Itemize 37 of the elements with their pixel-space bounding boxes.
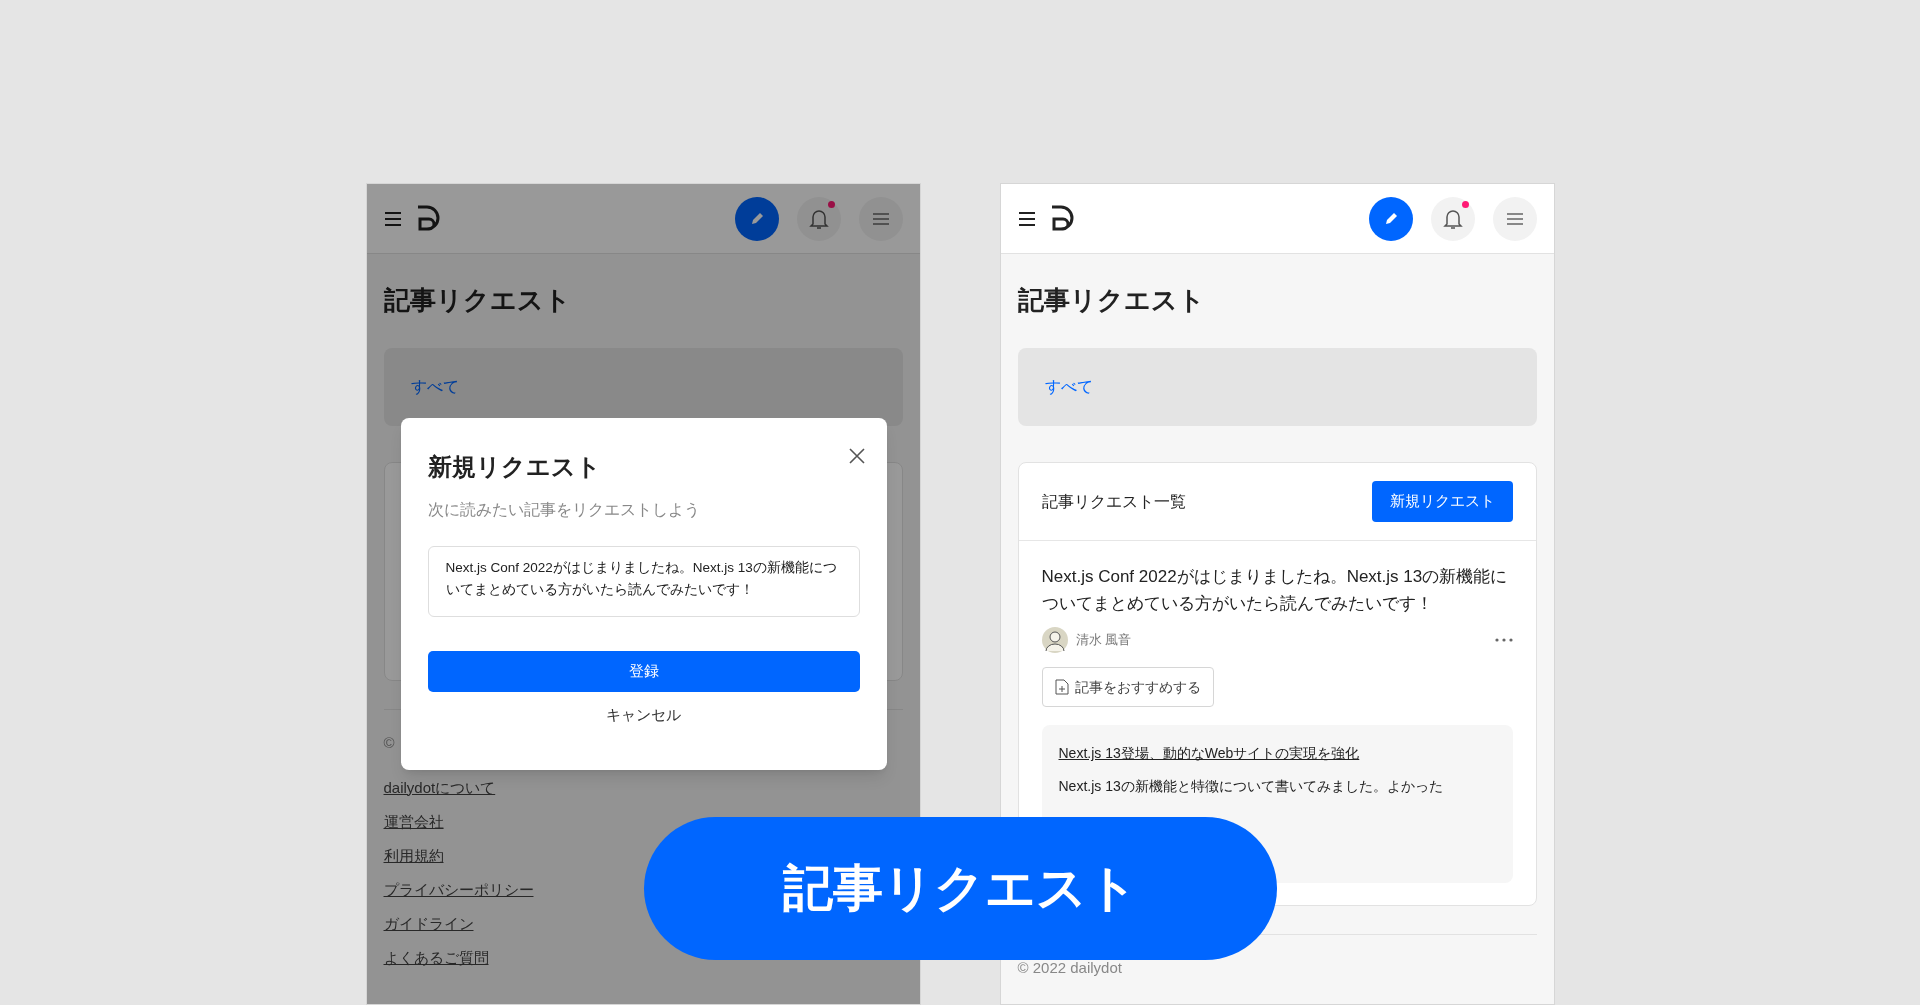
copyright-text: © 2022 dailydot bbox=[1017, 958, 1123, 978]
request-input[interactable]: Next.js Conf 2022がはじまりましたね。Next.js 13の新機能についてまとめている方がいたら読んでみたいです！ bbox=[427, 546, 860, 617]
request-text: Next.js Conf 2022がはじまりましたね。Next.js 13の新機能についてまとめている方がいたら読んでみたいです！ bbox=[1041, 566, 1509, 615]
filter-tab[interactable]: すべて bbox=[410, 375, 459, 399]
menu-icon[interactable] bbox=[383, 211, 402, 226]
title-banner: 記事リクエスト bbox=[644, 817, 1277, 960]
page-title: 記事リクエスト bbox=[383, 284, 572, 317]
filter-tab[interactable]: すべて bbox=[1044, 375, 1093, 399]
dialog-subtitle: 次に読みたい記事をリクエストしよう bbox=[427, 500, 701, 520]
logo-icon[interactable] bbox=[1049, 204, 1076, 233]
recommend-button[interactable]: 記事をおすすめする bbox=[1041, 667, 1214, 707]
card-title: 記事リクエスト一覧 bbox=[1041, 491, 1186, 512]
submit-button[interactable]: 登録 bbox=[427, 651, 860, 692]
footer-link[interactable]: 運営会社 bbox=[383, 810, 444, 832]
menu-icon bbox=[872, 212, 889, 225]
bell-icon bbox=[1442, 207, 1463, 230]
bell-icon bbox=[808, 207, 829, 230]
article-link[interactable]: Next.js 13登場、動的なWebサイトの実現を強化 bbox=[1058, 743, 1496, 764]
avatar-icon bbox=[1041, 627, 1068, 653]
article-excerpt: Next.js 13の新機能と特徴について書いてみました。よかった bbox=[1058, 777, 1444, 796]
copyright-text: © bbox=[383, 733, 396, 753]
footer-link[interactable]: 利用規約 bbox=[383, 844, 444, 866]
author-name: 清水 風音 bbox=[1075, 631, 1132, 650]
more-icon[interactable] bbox=[1494, 638, 1513, 642]
menu-icon bbox=[1506, 212, 1523, 225]
new-request-button[interactable]: 新規リクエスト bbox=[1371, 481, 1513, 522]
footer-link[interactable]: プライバシーポリシー bbox=[383, 878, 534, 900]
footer-link[interactable]: ガイドライン bbox=[383, 912, 474, 934]
footer-link[interactable]: よくあるご質問 bbox=[383, 946, 489, 968]
dialog-title: 新規リクエスト bbox=[427, 452, 601, 482]
footer-link[interactable]: dailydotについて bbox=[383, 776, 496, 798]
page-title: 記事リクエスト bbox=[1017, 284, 1206, 317]
logo-icon[interactable] bbox=[415, 204, 442, 233]
close-icon[interactable] bbox=[848, 448, 865, 464]
document-plus-icon bbox=[1054, 679, 1069, 695]
menu-icon[interactable] bbox=[1017, 211, 1036, 226]
cancel-button[interactable]: キャンセル bbox=[606, 704, 681, 727]
